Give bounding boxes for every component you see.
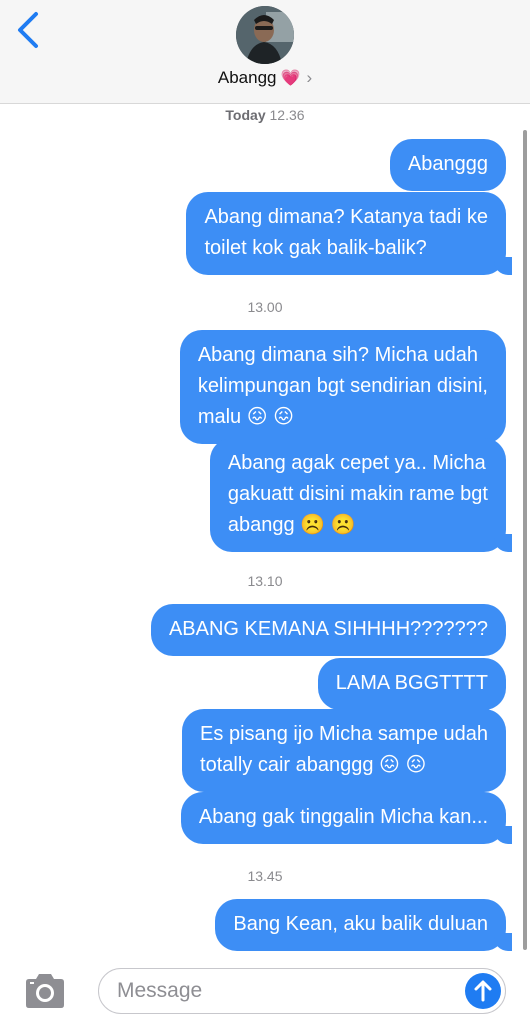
message-bubble[interactable]: Abanggg (389, 139, 506, 191)
conversation-header: Abangg 💗 › (0, 0, 530, 104)
timestamp-day: Today (225, 107, 266, 123)
message-input[interactable] (117, 969, 437, 1013)
timestamp-time: 12.36 (269, 107, 305, 123)
avatar-photo (236, 6, 294, 64)
composer-bar (0, 960, 530, 1024)
chevron-left-icon (18, 12, 38, 48)
contact-name-label: Abangg (217, 68, 277, 87)
message-bubble[interactable]: Es pisang ijo Micha sampe udah totally c… (182, 709, 506, 792)
message-bubble[interactable]: ABANG KEMANA SIHHHH??????? (150, 604, 506, 656)
message-field[interactable] (98, 968, 506, 1014)
arrow-up-icon (474, 980, 492, 1002)
chevron-right-icon: › (306, 68, 313, 87)
send-button[interactable] (465, 973, 501, 1009)
contact-avatar[interactable] (236, 6, 294, 64)
message-thread: Today 12.36 Abanggg Abang dimana? Katany… (0, 104, 530, 960)
message-bubble[interactable]: Abang agak cepet ya.. Micha gakuatt disi… (209, 438, 513, 552)
timestamp: 13.10 (247, 573, 283, 589)
heart-emoji: 💗 (280, 70, 301, 87)
camera-icon (26, 974, 64, 1008)
message-bubble[interactable]: LAMA BGGTTTT (317, 658, 506, 710)
camera-button[interactable] (22, 972, 68, 1010)
message-bubble[interactable]: Abang dimana sih? Micha udah kelimpungan… (179, 330, 506, 444)
message-bubble[interactable]: Abang dimana? Katanya tadi ke toilet kok… (186, 192, 512, 275)
scrollbar[interactable] (523, 130, 527, 950)
timestamp: 13.45 (247, 868, 283, 884)
contact-name-button[interactable]: Abangg 💗 › (0, 68, 530, 88)
message-bubble[interactable]: Abang gak tinggalin Micha kan... (180, 792, 513, 844)
message-bubble[interactable]: Bang Kean, aku balik duluan (215, 899, 512, 951)
back-button[interactable] (12, 10, 46, 50)
timestamp: 13.00 (247, 299, 283, 315)
timestamp: Today 12.36 (0, 107, 530, 123)
